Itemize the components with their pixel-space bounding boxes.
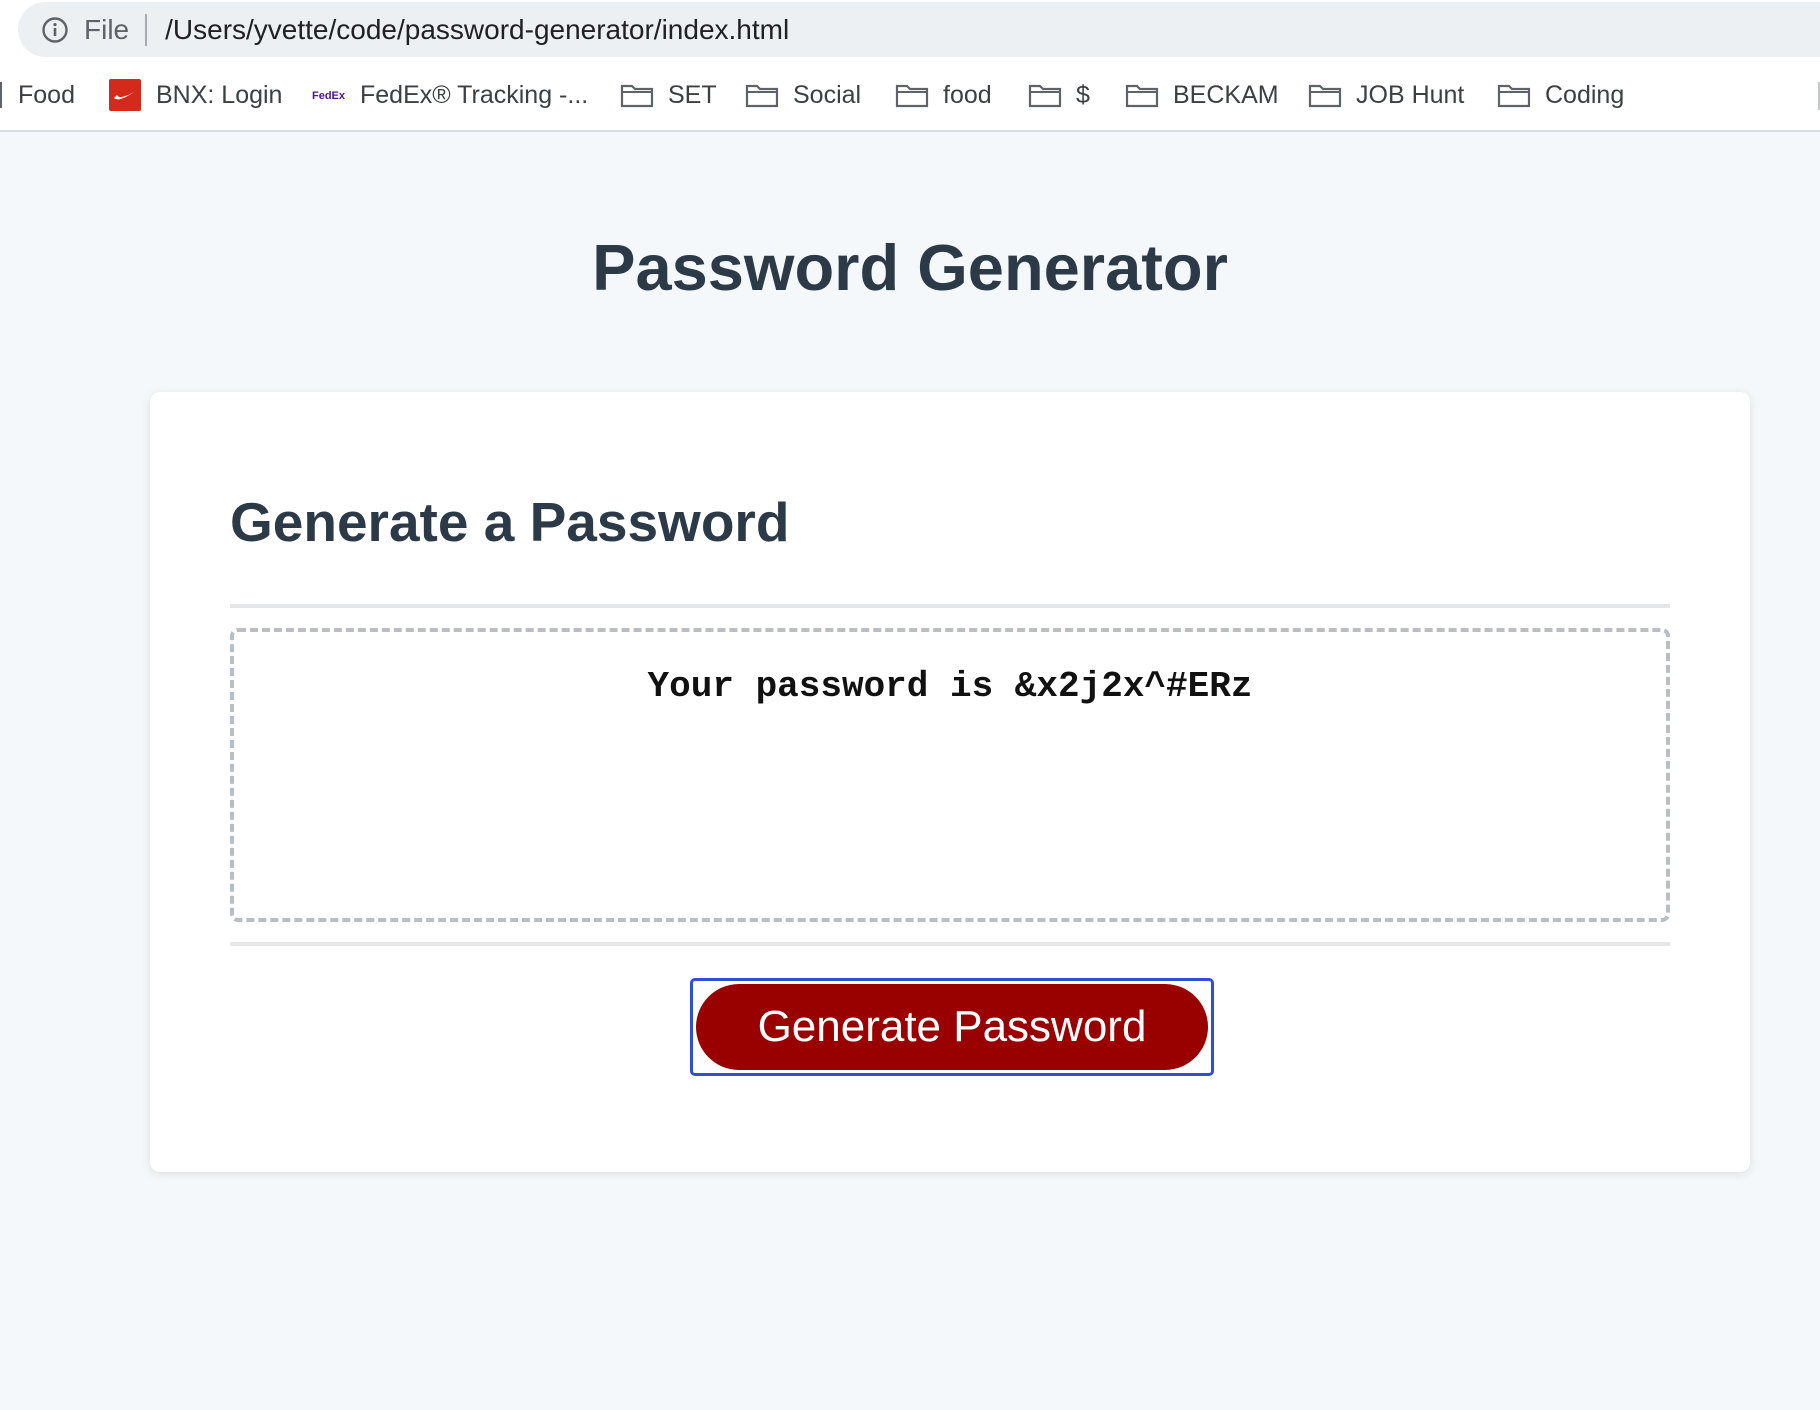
bookmark-label: Food (18, 80, 75, 109)
info-icon[interactable] (40, 15, 70, 45)
password-output-text: Your password is &x2j2x^#ERz (647, 666, 1253, 707)
folder-icon (1308, 81, 1342, 109)
bookmark-folder-food[interactable]: food (895, 70, 992, 120)
omnibox-divider (145, 13, 148, 46)
folder-icon (1497, 81, 1531, 109)
folder-icon (745, 81, 779, 109)
bookmark-label: FedEx® Tracking -... (360, 80, 589, 109)
nike-favicon-icon (108, 79, 142, 111)
bookmark-label: Coding (1545, 80, 1625, 109)
password-output-area[interactable]: Your password is &x2j2x^#ERz (230, 628, 1670, 922)
bookmark-label: food (943, 80, 992, 109)
address-bar[interactable]: File /Users/yvette/code/password-generat… (18, 2, 1820, 57)
folder-icon (895, 81, 929, 109)
browser-chrome: File /Users/yvette/code/password-generat… (0, 0, 1820, 132)
bookmark-label: JOB Hunt (1356, 80, 1465, 109)
url-text[interactable]: /Users/yvette/code/password-generator/in… (165, 14, 789, 46)
bookmark-label: Social (793, 80, 862, 109)
card-header-divider (230, 604, 1670, 608)
fedex-favicon-text: FedEx (312, 90, 346, 102)
folder-icon (620, 81, 654, 109)
bookmark-label: BECKAM (1173, 80, 1279, 109)
generator-card: Generate a Password Your password is &x2… (150, 392, 1750, 1172)
generate-button-focus-ring: Generate Password (690, 978, 1214, 1076)
folder-icon (1125, 81, 1159, 109)
bookmark-bnx-login[interactable]: BNX: Login (108, 70, 282, 120)
bookmark-folder-set[interactable]: SET (620, 70, 717, 120)
bookmark-label: SET (668, 80, 717, 109)
page-title: Password Generator (592, 231, 1228, 304)
folder-icon (1028, 81, 1062, 109)
bookmark-folder-job-hunt[interactable]: JOB Hunt (1308, 70, 1464, 120)
bookmark-folder-beckam[interactable]: BECKAM (1125, 70, 1279, 120)
generate-password-button[interactable]: Generate Password (696, 984, 1208, 1070)
bookmarks-bar: Food BNX: Login FedEx FedEx® Tracking -.… (0, 70, 1820, 120)
bookmarks-overflow-edge (0, 82, 2, 108)
bookmark-folder-social[interactable]: Social (745, 70, 861, 120)
bookmark-label: $ (1076, 80, 1090, 109)
fedex-favicon-icon: FedEx (312, 81, 346, 109)
bookmark-label: BNX: Login (156, 80, 283, 109)
bookmark-folder-dollar[interactable]: $ (1028, 70, 1090, 120)
bookmark-food-link[interactable]: Food (18, 70, 75, 120)
card-footer-divider (230, 942, 1670, 946)
bookmark-folder-coding[interactable]: Coding (1497, 70, 1624, 120)
bookmark-fedex-tracking[interactable]: FedEx FedEx® Tracking -... (312, 70, 588, 120)
card-heading: Generate a Password (230, 491, 790, 553)
scheme-label: File (84, 13, 130, 45)
